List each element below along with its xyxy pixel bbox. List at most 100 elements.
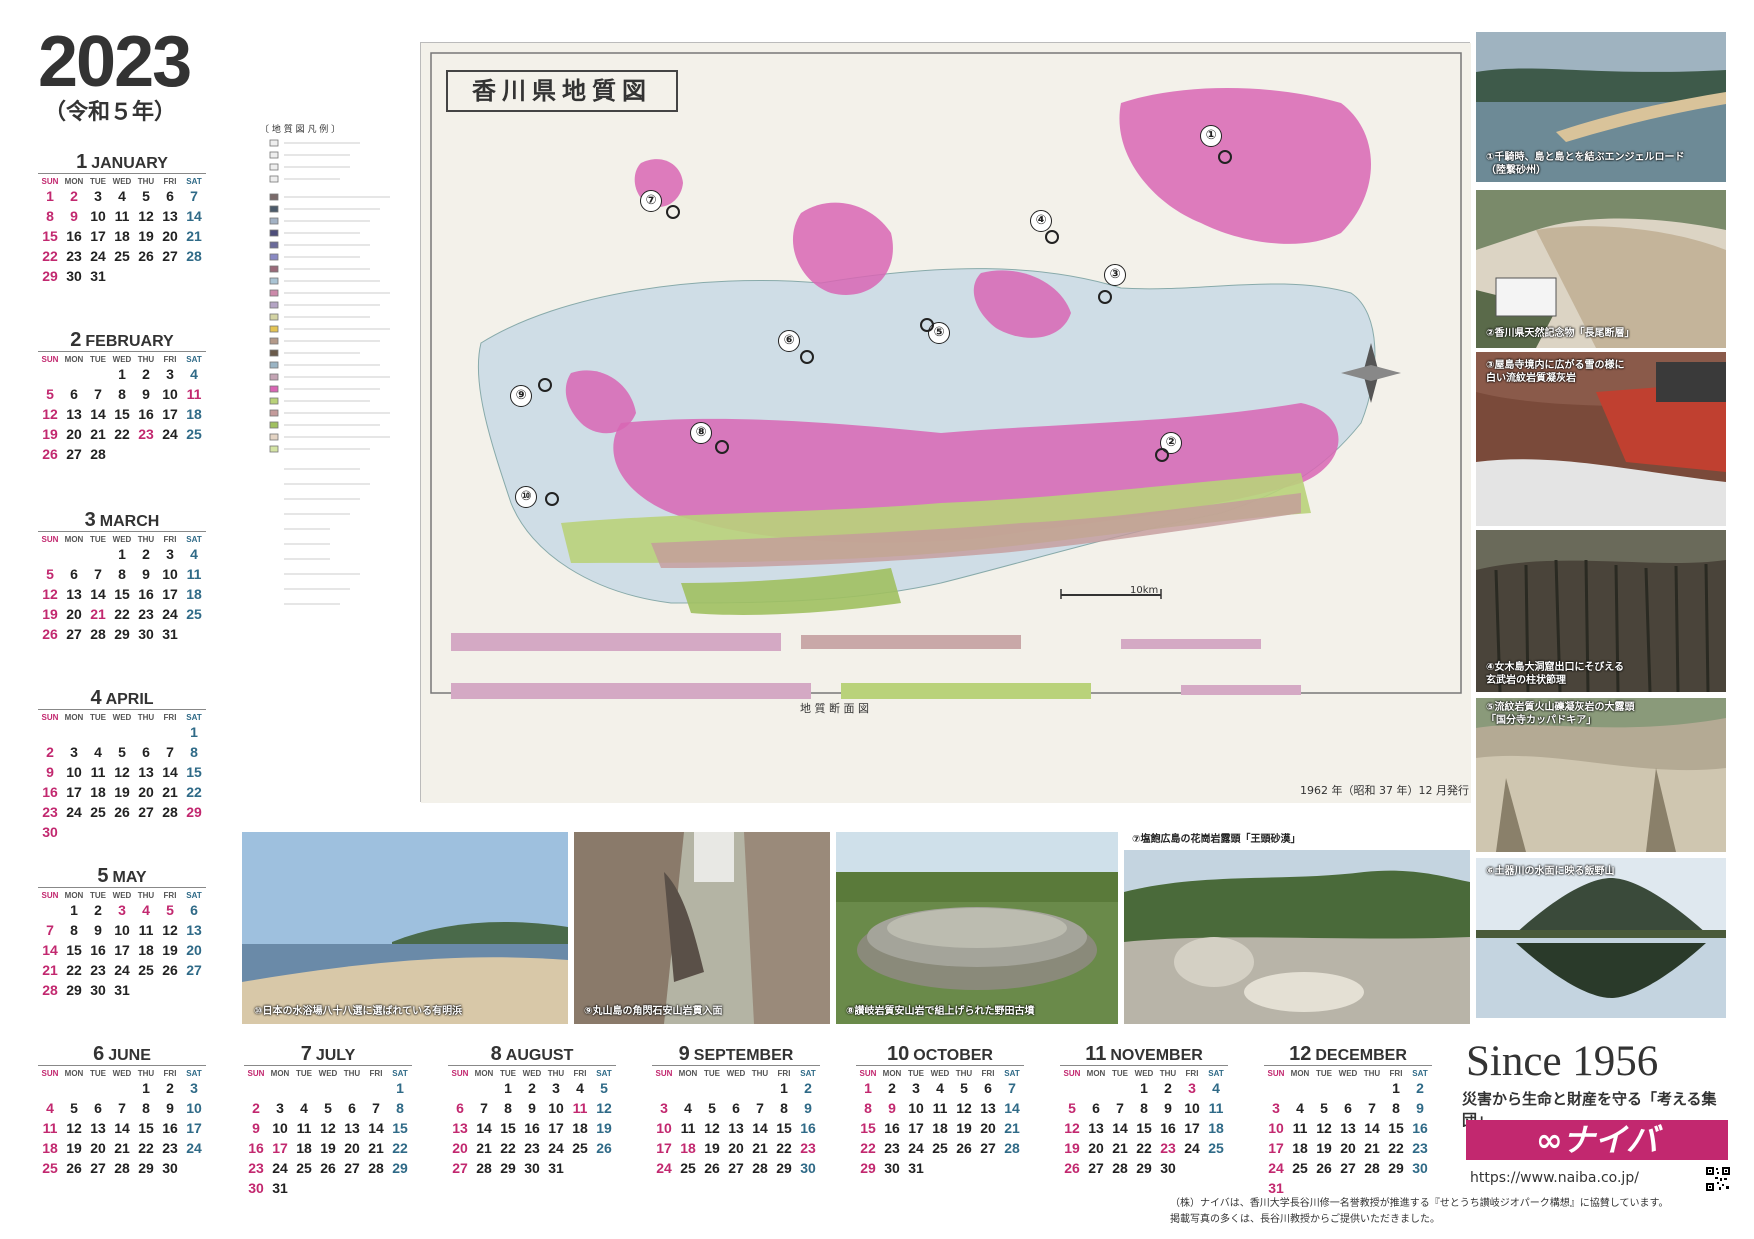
- weekday-label: THU: [955, 1069, 973, 1078]
- day-cell: 23: [138, 426, 154, 442]
- day-cell: 8: [504, 1100, 512, 1116]
- weekday-label: TUE: [90, 891, 106, 900]
- day-empty: [134, 724, 158, 744]
- photo-caption-9: ⑨丸山島の角閃石安山岩貫入面: [584, 1006, 723, 1017]
- photo-caption-5: ⑤流紋岩質火山礫凝灰岩の大露頭 「国分寺カッパドキア」: [1486, 702, 1635, 726]
- weekday-label: THU: [137, 891, 155, 900]
- day-cell: 7: [756, 1100, 764, 1116]
- day-cell: 22: [776, 1140, 792, 1156]
- day-grid: 1 2 3 4 5 6 7 8 9 10 11 12 13 14 15 16 17 18 19 20 21 22 23 24 2…: [1060, 1080, 1228, 1180]
- month-name: JULY: [315, 1047, 356, 1064]
- geologic-map: [420, 42, 1471, 803]
- day-cell: 25: [1208, 1140, 1224, 1156]
- day-cell: 15: [114, 586, 130, 602]
- day-cell: 27: [344, 1160, 360, 1176]
- weekday-label: THU: [137, 355, 155, 364]
- day-cell: 4: [684, 1100, 692, 1116]
- day-cell: 25: [1292, 1160, 1308, 1176]
- month-october: 10 OCTOBER SUN MON TUE WED THU FRI SAT 1 2 3 4 5 6 7 8 9 1…: [856, 1044, 1024, 1180]
- day-cell: 18: [90, 784, 106, 800]
- day-empty: [1084, 1080, 1108, 1100]
- weekday-label: TUE: [1316, 1069, 1332, 1078]
- day-cell: 5: [46, 386, 54, 402]
- day-cell: 25: [138, 962, 154, 978]
- day-empty: [62, 366, 86, 386]
- month-header: 9 SEPTEMBER: [652, 1044, 820, 1066]
- weekday-label: FRI: [163, 355, 177, 364]
- day-cell: 16: [800, 1120, 816, 1136]
- day-cell: 12: [956, 1100, 972, 1116]
- weekday-label: SUN: [41, 891, 59, 900]
- weekday-label: TUE: [1112, 1069, 1128, 1078]
- day-cell: 13: [66, 586, 82, 602]
- photo-caption-6: ⑥土器川の水面に映る飯野山: [1486, 866, 1615, 877]
- day-cell: 25: [296, 1160, 312, 1176]
- day-cell: 13: [90, 1120, 106, 1136]
- map-marker-dot: [1045, 230, 1059, 244]
- month-name: APRIL: [105, 691, 154, 708]
- day-cell: 12: [162, 922, 178, 938]
- day-cell: 15: [42, 228, 58, 244]
- day-cell: 25: [114, 248, 130, 264]
- day-cell: 27: [980, 1140, 996, 1156]
- day-cell: 9: [142, 386, 150, 402]
- map-title: 香川県地質図: [446, 70, 678, 112]
- day-cell: 5: [142, 188, 150, 204]
- day-cell: 1: [780, 1080, 788, 1096]
- day-cell: 3: [190, 1080, 198, 1096]
- day-cell: 23: [1160, 1140, 1176, 1156]
- day-cell: 17: [548, 1120, 564, 1136]
- day-cell: 17: [114, 942, 130, 958]
- day-cell: 10: [186, 1100, 202, 1116]
- day-cell: 12: [66, 1120, 82, 1136]
- day-cell: 6: [1092, 1100, 1100, 1116]
- weekday-label: MON: [64, 355, 84, 364]
- day-cell: 13: [728, 1120, 744, 1136]
- day-empty: [38, 546, 62, 566]
- weekday-label: MON: [474, 1069, 494, 1078]
- month-number: 9: [678, 1043, 690, 1065]
- day-empty: [1336, 1080, 1360, 1100]
- day-cell: 25: [42, 1160, 58, 1176]
- day-cell: 19: [956, 1120, 972, 1136]
- day-empty: [38, 1080, 62, 1100]
- day-cell: 20: [452, 1140, 468, 1156]
- day-cell: 29: [776, 1160, 792, 1176]
- day-cell: 1: [118, 366, 126, 382]
- day-cell: 19: [1316, 1140, 1332, 1156]
- day-cell: 28: [42, 982, 58, 998]
- weekday-row: SUN MON TUE WED THU FRI SAT: [38, 713, 206, 722]
- weekday-label: TUE: [90, 1069, 106, 1078]
- day-cell: 15: [66, 942, 82, 958]
- day-cell: 6: [190, 902, 198, 918]
- day-cell: 24: [272, 1160, 288, 1176]
- day-cell: 5: [1068, 1100, 1076, 1116]
- day-grid: 1 2 3 4 5 6 7 8 9 10 11 12 13 14 15 16 17 18 19 20 21 22 23 24 2…: [38, 724, 206, 844]
- day-cell: 2: [142, 546, 150, 562]
- day-cell: 7: [372, 1100, 380, 1116]
- day-cell: 11: [572, 1100, 588, 1116]
- month-name: OCTOBER: [913, 1047, 993, 1064]
- day-cell: 24: [162, 606, 178, 622]
- qr-code-icon: [1705, 1166, 1731, 1192]
- day-cell: 15: [114, 406, 130, 422]
- day-cell: 21: [368, 1140, 384, 1156]
- weekday-label: WED: [1338, 1069, 1358, 1078]
- weekday-label: TUE: [296, 1069, 312, 1078]
- day-cell: 5: [1320, 1100, 1328, 1116]
- month-header: 10 OCTOBER: [856, 1044, 1024, 1066]
- company-url[interactable]: https://www.naiba.co.jp/: [1470, 1170, 1639, 1186]
- month-december: 12 DECEMBER SUN MON TUE WED THU FRI SAT 1 2 3 4 5 6 7 8 9…: [1264, 1044, 1432, 1200]
- day-cell: 21: [752, 1140, 768, 1156]
- month-header: 1 JANUARY: [38, 152, 206, 174]
- day-cell: 5: [708, 1100, 716, 1116]
- map-marker-dot: [1155, 448, 1169, 462]
- day-cell: 2: [1416, 1080, 1424, 1096]
- day-cell: 18: [680, 1140, 696, 1156]
- day-cell: 28: [90, 446, 106, 462]
- day-cell: 27: [1088, 1160, 1104, 1176]
- day-cell: 13: [66, 406, 82, 422]
- month-june: 6 JUNE SUN MON TUE WED THU FRI SAT 1 2 3 4 5 6 7 8 9 10 11 1…: [38, 1044, 206, 1180]
- day-grid: 1 2 3 4 5 6 7 8 9 10 11 12 13 14 15 16 17 18 19 20 21 22 23 24 2…: [38, 1080, 206, 1180]
- day-cell: 29: [1388, 1160, 1404, 1176]
